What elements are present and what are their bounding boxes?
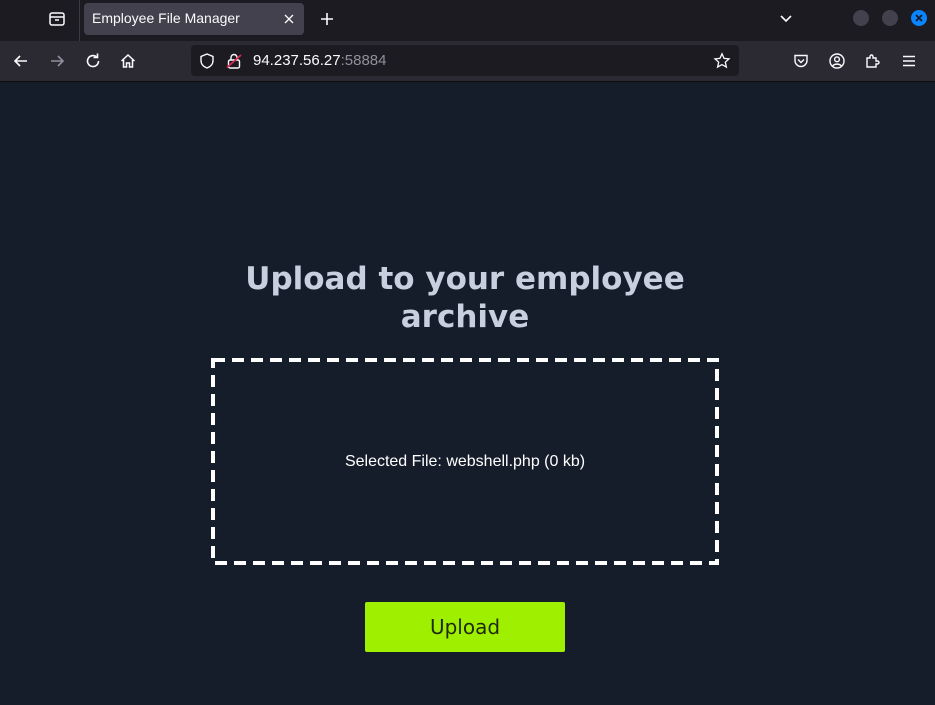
new-tab-icon[interactable] [317, 9, 337, 29]
bookmark-star-icon[interactable] [713, 52, 731, 70]
minimize-window-button[interactable] [853, 10, 869, 26]
browser-navigation-toolbar: 94.237.56.27:58884 [0, 41, 935, 82]
file-dropzone[interactable]: Selected File: webshell.php (0 kb) [211, 358, 719, 565]
home-icon[interactable] [118, 51, 138, 71]
back-arrow-icon[interactable] [11, 51, 31, 71]
page-heading: Upload to your employee archive [245, 261, 685, 335]
url-port: :58884 [340, 52, 387, 69]
upload-button[interactable]: Upload [365, 602, 565, 652]
reload-icon[interactable] [83, 51, 103, 71]
close-tab-icon[interactable] [280, 10, 298, 28]
close-icon [915, 14, 923, 22]
tab-title: Employee File Manager [92, 10, 240, 26]
hamburger-menu-icon[interactable] [899, 51, 919, 71]
firefox-view-icon[interactable] [47, 9, 67, 29]
maximize-window-button[interactable] [882, 10, 898, 26]
browser-tab-strip: Employee File Manager [0, 0, 935, 41]
tracking-protection-shield-icon[interactable] [198, 52, 216, 70]
list-all-tabs-chevron-down-icon[interactable] [776, 8, 796, 28]
selected-file-label: Selected File: webshell.php (0 kb) [344, 453, 586, 470]
tab-employee-file-manager[interactable]: Employee File Manager [84, 3, 304, 35]
url-text: 94.237.56.27:58884 [253, 52, 386, 69]
page-content: Upload to your employee archive Selected… [0, 82, 935, 705]
address-bar[interactable]: 94.237.56.27:58884 [191, 45, 739, 76]
tab-strip-divider [79, 0, 80, 41]
forward-arrow-icon[interactable] [47, 51, 67, 71]
url-host: 94.237.56.27 [253, 52, 341, 69]
account-icon[interactable] [827, 51, 847, 71]
close-window-button[interactable] [911, 10, 927, 26]
insecure-connection-lock-icon[interactable] [225, 52, 243, 70]
pocket-icon[interactable] [791, 51, 811, 71]
extensions-puzzle-icon[interactable] [863, 51, 883, 71]
